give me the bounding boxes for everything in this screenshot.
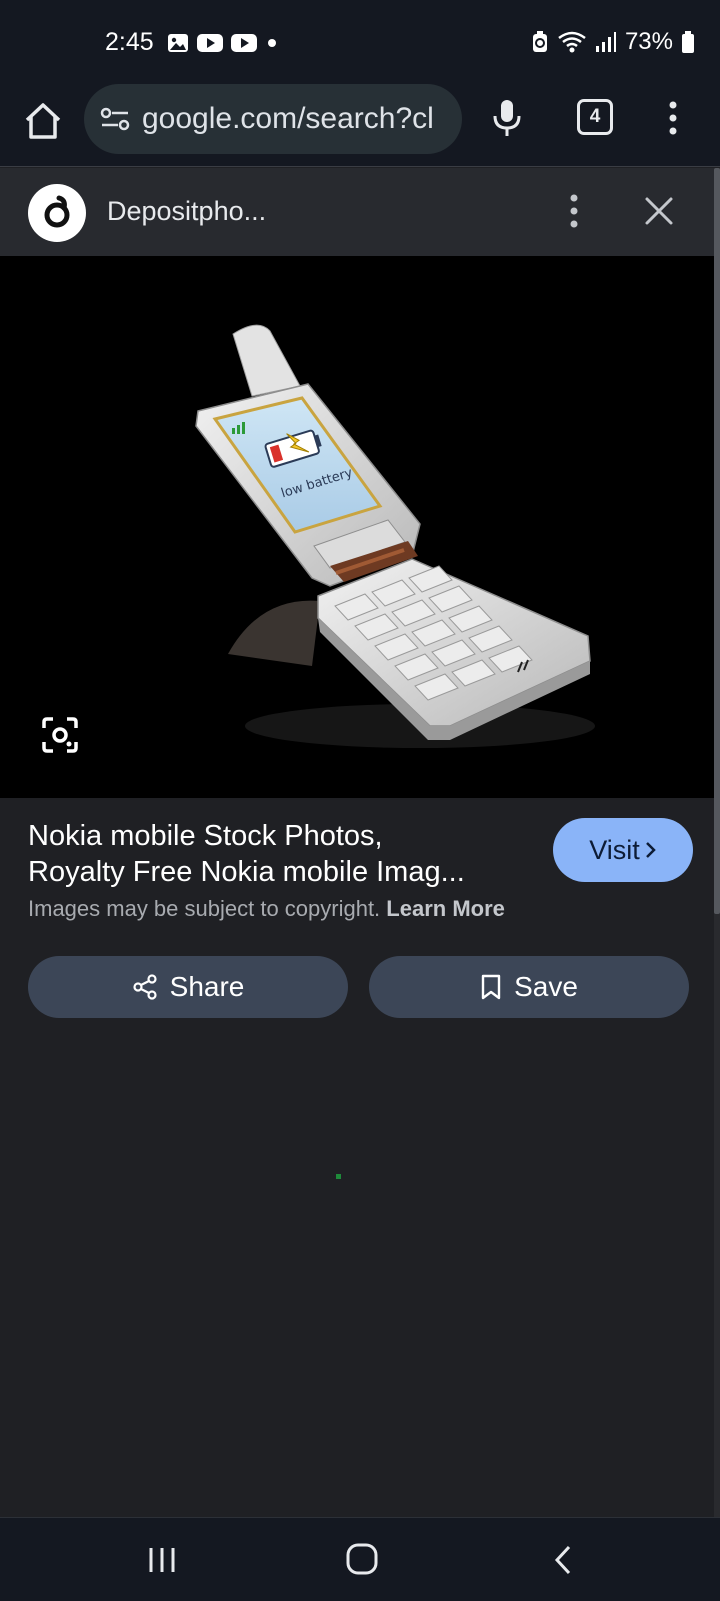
scrollbar-thumb[interactable] [714,168,720,914]
source-name[interactable]: Depositpho... [107,196,266,227]
chevron-right-icon [645,842,656,858]
browser-toolbar: google.com/search?cl 4 [0,84,720,167]
back-icon[interactable] [552,1544,574,1576]
home-nav-icon[interactable] [345,1542,379,1576]
battery-percent: 73% [624,28,673,55]
learn-more-link[interactable]: Learn More [386,896,505,921]
share-button[interactable]: Share [28,956,348,1018]
source-header: Depositpho... [0,168,714,256]
system-icons: 73% [531,28,695,56]
result-image[interactable]: low battery [0,256,714,798]
visit-label: Visit [589,834,640,865]
signal-icon [595,32,616,52]
tab-count: 4 [589,106,601,127]
visit-button[interactable]: Visit [553,818,693,882]
site-settings-icon[interactable] [98,104,134,134]
system-nav-bar [0,1517,720,1601]
status-bar: 2:45 73% [0,0,720,84]
loading-indicator [336,1174,341,1179]
result-title[interactable]: Nokia mobile Stock Photos, Royalty Free … [28,818,528,890]
mic-icon[interactable] [490,98,524,138]
flip-phone-image: low battery [195,324,595,748]
battery-icon [682,31,694,53]
notification-icons [167,33,279,53]
depositphotos-logo[interactable] [28,184,86,242]
more-vert-icon[interactable] [568,192,580,230]
share-icon [133,974,157,1000]
tabs-icon[interactable]: 4 [577,99,613,135]
more-vert-icon[interactable] [666,100,680,136]
youtube-icon [197,34,223,52]
gallery-icon [168,34,188,52]
save-label: Save [514,971,578,1002]
recents-icon[interactable] [147,1546,177,1574]
save-button[interactable]: Save [369,956,689,1018]
wifi-icon [558,31,586,53]
copyright-text: Images may be subject to copyright. [28,896,381,921]
bookmark-icon [481,974,501,1000]
status-time: 2:45 [105,28,154,56]
result-title-line2: Royalty Free Nokia mobile Imag... [28,856,465,888]
url-text[interactable]: google.com/search?cl [142,102,452,136]
close-icon[interactable] [643,195,675,227]
address-bar[interactable]: google.com/search?cl [84,84,462,154]
youtube-icon [231,34,257,52]
lens-icon[interactable] [41,716,79,754]
battery-saver-icon [532,31,547,52]
copyright-notice: Images may be subject to copyright. Lear… [28,896,505,922]
home-icon[interactable] [22,100,64,142]
share-label: Share [169,971,245,1002]
notification-dot [268,39,276,47]
result-title-line1: Nokia mobile Stock Photos, [28,820,383,852]
